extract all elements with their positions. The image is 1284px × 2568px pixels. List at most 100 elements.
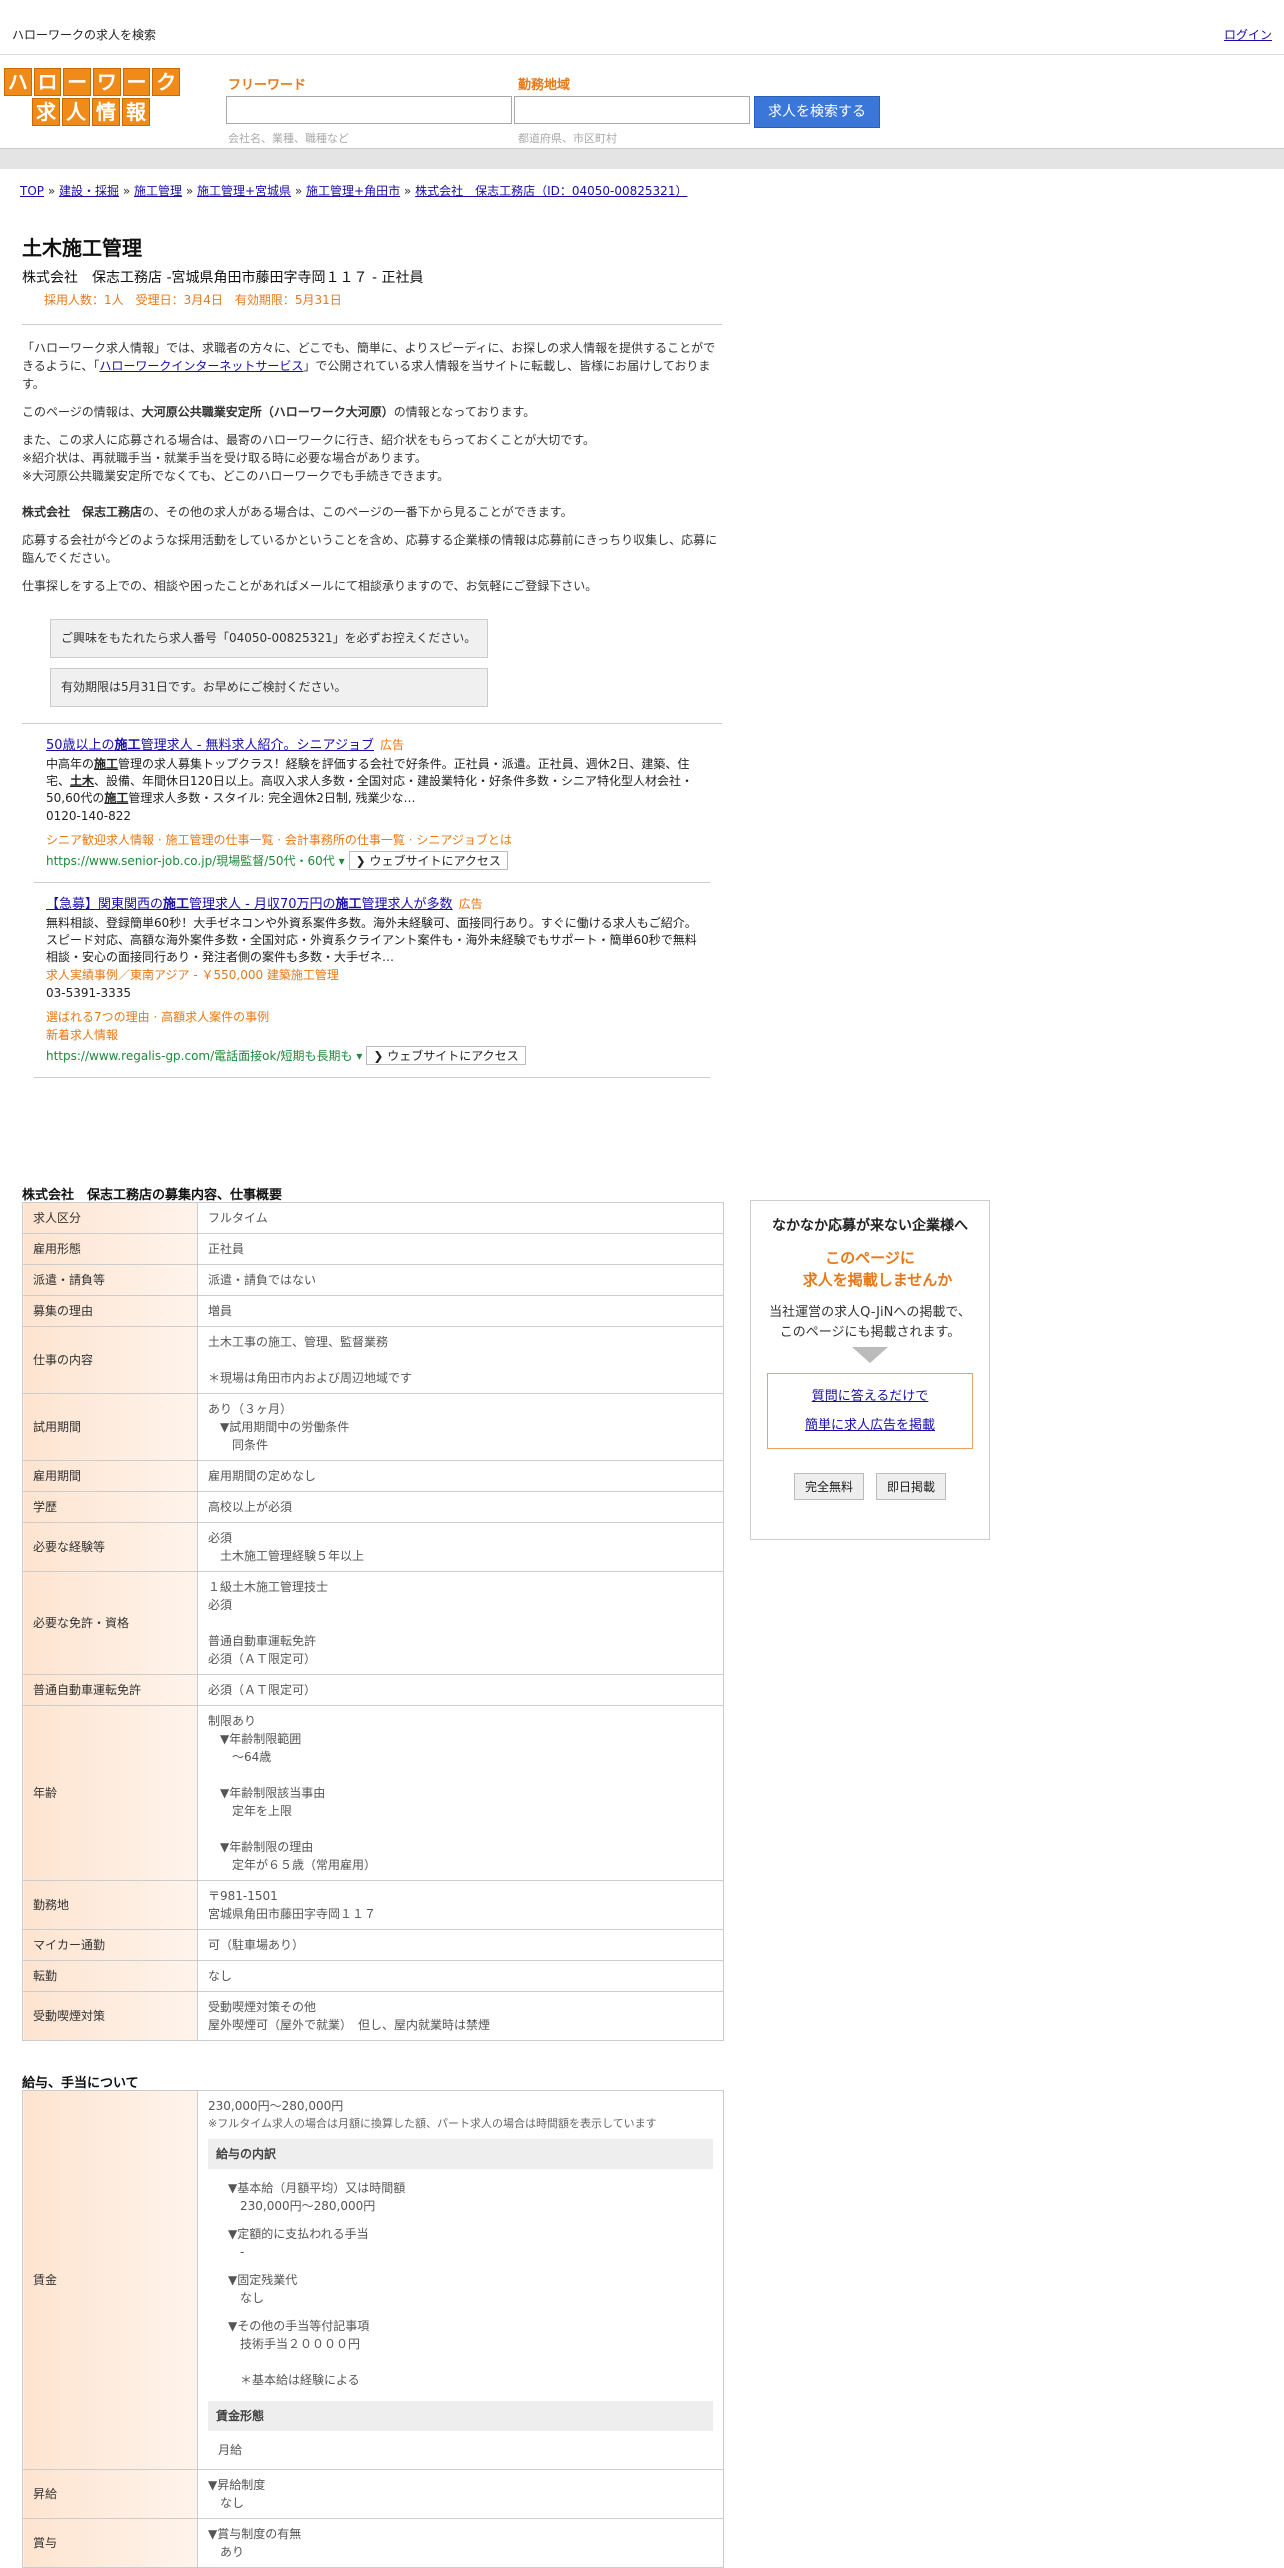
hellowork-service-link[interactable]: ハローワークインターネットサービス: [99, 359, 303, 373]
search-button[interactable]: 求人を検索する: [754, 96, 880, 128]
row-value: 可（駐車場あり）: [197, 1929, 724, 1961]
ad-phone[interactable]: 0120-140-822: [46, 809, 698, 823]
main-content: 土木施工管理 株式会社 保志工務店 -宮城県角田市藤田字寺岡１１７ - 正社員 …: [22, 232, 722, 1078]
row-label: 転勤: [22, 1960, 198, 1992]
row-label: 普通自動車運転免許: [22, 1674, 198, 1706]
table-row: 仕事の内容 土木工事の施工、管理、監督業務 ＊現場は角田市内および周辺地域です: [22, 1326, 724, 1394]
same-day-button[interactable]: 即日掲載: [876, 1473, 947, 1500]
overview-table: 求人区分 フルタイム 雇用形態 正社員 派遣・請負等 派遣・請負ではない 募集の理由 増員 仕事…: [22, 1202, 724, 2041]
table-row: 昇給 ▼昇給制度 なし: [22, 2469, 724, 2519]
logo-char: 人: [62, 98, 90, 126]
promo-buttons: 完全無料 即日掲載: [751, 1473, 989, 1500]
table-row: 求人区分 フルタイム: [22, 1202, 724, 1234]
row-value: 受動喫煙対策その他 屋外喫煙可（屋外で就業） 但し、屋内就業時は禁煙: [197, 1991, 724, 2041]
breadcrumb-link[interactable]: 施工管理: [134, 184, 182, 198]
breadcrumb: TOP » 建設・採掘 » 施工管理 » 施工管理+宮城県 » 施工管理+角田市…: [20, 182, 687, 199]
table-row: 必要な経験等 必須 土木施工管理経験５年以上: [22, 1522, 724, 1572]
bonus-label: 賞与: [22, 2518, 198, 2568]
salary-heading: 給与、手当について: [22, 2076, 139, 2091]
table-row: 年齢 制限あり ▼年齢制限範囲 ～64歳 ▼年齢制限該当事由 定年を上限 ▼年齢制…: [22, 1705, 724, 1881]
area-input[interactable]: [514, 96, 750, 124]
promo-box: なかなか応募が来ない企業様へ このページに 求人を掲載しませんか 当社運営の求人…: [750, 1200, 990, 1540]
ad-phone[interactable]: 03-5391-3335: [46, 986, 698, 1000]
ad-list: 50歳以上の施工管理求人 - 無料求人紹介。シニアジョブ 広告中高年の施工管理の求…: [22, 724, 722, 1078]
ad-extra[interactable]: 求人実績事例／東南アジア - ￥550,000 建築施工管理: [46, 966, 698, 984]
promo-body: 当社運営の求人Q-JiNへの掲載で、 このページにも掲載されます。: [769, 1305, 971, 1340]
ad-sitelinks[interactable]: シニア歓迎求人情報 · 施工管理の仕事一覧 · 会計事務所の仕事一覧 · シニア…: [46, 831, 698, 849]
ad-title-row: 50歳以上の施工管理求人 - 無料求人紹介。シニアジョブ 広告: [46, 734, 698, 753]
ad-url[interactable]: https://www.senior-job.co.jp/現場監督/50代・60…: [46, 854, 345, 868]
ad-visit-button[interactable]: ❯ ウェブサイトにアクセス: [348, 851, 508, 870]
row-value: 必須（ＡＴ限定可）: [197, 1674, 724, 1706]
row-label: 学歴: [22, 1491, 198, 1523]
table-row: 募集の理由 増員: [22, 1295, 724, 1327]
job-meta: 採用人数：1人 受理日：3月4日 有効期限：5月31日: [44, 293, 342, 307]
row-value: なし: [197, 1960, 724, 1992]
row-label: マイカー通勤: [22, 1929, 198, 1961]
wage-form-value: 月給: [218, 2443, 243, 2457]
ad-url[interactable]: https://www.regalis-gp.com/電話面接ok/短期も長期も…: [46, 1049, 362, 1063]
ad-description: 中高年の施工管理の求人募集トップクラス！経験を評価する会社で好条件。正社員・派遣…: [46, 757, 693, 805]
breakdown-list: ▼基本給（月額平均）又は時間額 230,000円〜280,000円 ▼定額的に支払…: [208, 2175, 713, 2395]
row-label: 勤務地: [22, 1880, 198, 1930]
row-value: 〒981-1501 宮城県角田市藤田字寺岡１１７: [197, 1880, 724, 1930]
breadcrumb-separator: »: [400, 184, 416, 198]
wage-label: 賃金: [22, 2090, 198, 2470]
ad-description: 無料相談、登録簡単60秒！大手ゼネコンや外資系案件多数。海外未経験可、面接同行あ…: [46, 916, 697, 964]
ad-visit-button[interactable]: ❯ ウェブサイトにアクセス: [366, 1046, 526, 1065]
breadcrumb-separator: »: [182, 184, 197, 198]
breadcrumb-link[interactable]: 株式会社 保志工務店（ID：04050-00825321）: [415, 184, 687, 198]
table-row: 勤務地 〒981-1501 宮城県角田市藤田字寺岡１１７: [22, 1880, 724, 1930]
breadcrumb-link[interactable]: 施工管理+角田市: [306, 184, 400, 198]
logo-char: 報: [122, 98, 150, 126]
intro-paragraph: 株式会社 保志工務店の、その他の求人がある場合は、このページの一番下から見ること…: [22, 503, 722, 521]
company-name: 株式会社 保志工務店: [22, 505, 143, 519]
job-title: 土木施工管理: [22, 236, 142, 260]
table-row: 転勤 なし: [22, 1960, 724, 1992]
promo-link-post[interactable]: 簡単に求人広告を掲載: [805, 1418, 935, 1433]
table-row: 学歴 高校以上が必須: [22, 1491, 724, 1523]
table-row: 雇用形態 正社員: [22, 1233, 724, 1265]
office-name: 大河原公共職業安定所（ハローワーク大河原）: [141, 405, 394, 419]
breadcrumb-link[interactable]: 建設・採掘: [59, 184, 119, 198]
breakdown-item: ▼固定残業代 なし: [228, 2273, 298, 2305]
row-label: 必要な免許・資格: [22, 1571, 198, 1675]
ad-title-link[interactable]: 【急募】関東関西の施工管理求人 - 月収70万円の施工管理求人が多数: [46, 897, 453, 912]
row-value: 制限あり ▼年齢制限範囲 ～64歳 ▼年齢制限該当事由 定年を上限 ▼年齢制限の…: [197, 1705, 724, 1881]
wage-range: 230,000円〜280,000円: [208, 2099, 344, 2113]
free-button[interactable]: 完全無料: [793, 1473, 864, 1500]
row-value: 増員: [197, 1295, 724, 1327]
table-row: 受動喫煙対策 受動喫煙対策その他 屋外喫煙可（屋外で就業） 但し、屋内就業時は禁煙: [22, 1991, 724, 2041]
row-value: 必須 土木施工管理経験５年以上: [197, 1522, 724, 1572]
breadcrumb-link[interactable]: 施工管理+宮城県: [197, 184, 291, 198]
logo-char: ワ: [93, 68, 121, 96]
intro-paragraph: このページの情報は、大河原公共職業安定所（ハローワーク大河原）の情報となっており…: [22, 403, 722, 421]
intro-paragraph: 「ハローワーク求人情報」では、求職者の方々に、どこでも、簡単に、よりスピーディに…: [22, 339, 722, 393]
site-title: ハローワークの求人を検索: [12, 28, 157, 42]
breadcrumb-separator: »: [291, 184, 307, 198]
raise-value: ▼昇給制度 なし: [197, 2469, 724, 2519]
intro-paragraph: 応募する会社が今どのような採用活動をしているかということを含め、応募する企業様の…: [22, 533, 718, 565]
row-label: 試用期間: [22, 1393, 198, 1461]
site-logo[interactable]: ハローワーク 求人情報: [4, 68, 181, 126]
row-value: １級土木施工管理技士 必須 普通自動車運転免許 必須（ＡＴ限定可）: [197, 1571, 724, 1675]
wage-note: ※フルタイム求人の場合は月額に換算した額、パート求人の場合は時間額を表示していま…: [208, 2117, 657, 2130]
row-label: 雇用期間: [22, 1460, 198, 1492]
deadline-notice: 有効期限は5月31日です。お早めにご検討ください。: [50, 668, 488, 707]
promo-link-question[interactable]: 質問に答えるだけで: [812, 1389, 929, 1404]
ad-url-row: https://www.regalis-gp.com/電話面接ok/短期も長期も…: [46, 1046, 698, 1065]
breadcrumb-separator: »: [119, 184, 134, 198]
ad-url-row: https://www.senior-job.co.jp/現場監督/50代・60…: [46, 851, 698, 870]
row-value: 土木工事の施工、管理、監督業務 ＊現場は角田市内および周辺地域です: [197, 1326, 724, 1394]
row-label: 雇用形態: [22, 1233, 198, 1265]
overview-heading: 株式会社 保志工務店の募集内容、仕事概要: [22, 1188, 283, 1203]
table-row: 派遣・請負等 派遣・請負ではない: [22, 1264, 724, 1296]
login-link[interactable]: ログイン: [1224, 26, 1272, 43]
ad-sitelinks[interactable]: 選ばれる7つの理由 · 高額求人案件の事例 新着求人情報: [46, 1008, 698, 1044]
breadcrumb-link[interactable]: TOP: [20, 184, 44, 198]
intro-text-part: このページの情報は、: [22, 405, 142, 419]
ad-title-link[interactable]: 50歳以上の施工管理求人 - 無料求人紹介。シニアジョブ: [46, 738, 374, 753]
row-label: 求人区分: [22, 1202, 198, 1234]
freeword-input[interactable]: [226, 96, 512, 124]
table-row: 必要な免許・資格 １級土木施工管理技士 必須 普通自動車運転免許 必須（ＡＴ限定可…: [22, 1571, 724, 1675]
